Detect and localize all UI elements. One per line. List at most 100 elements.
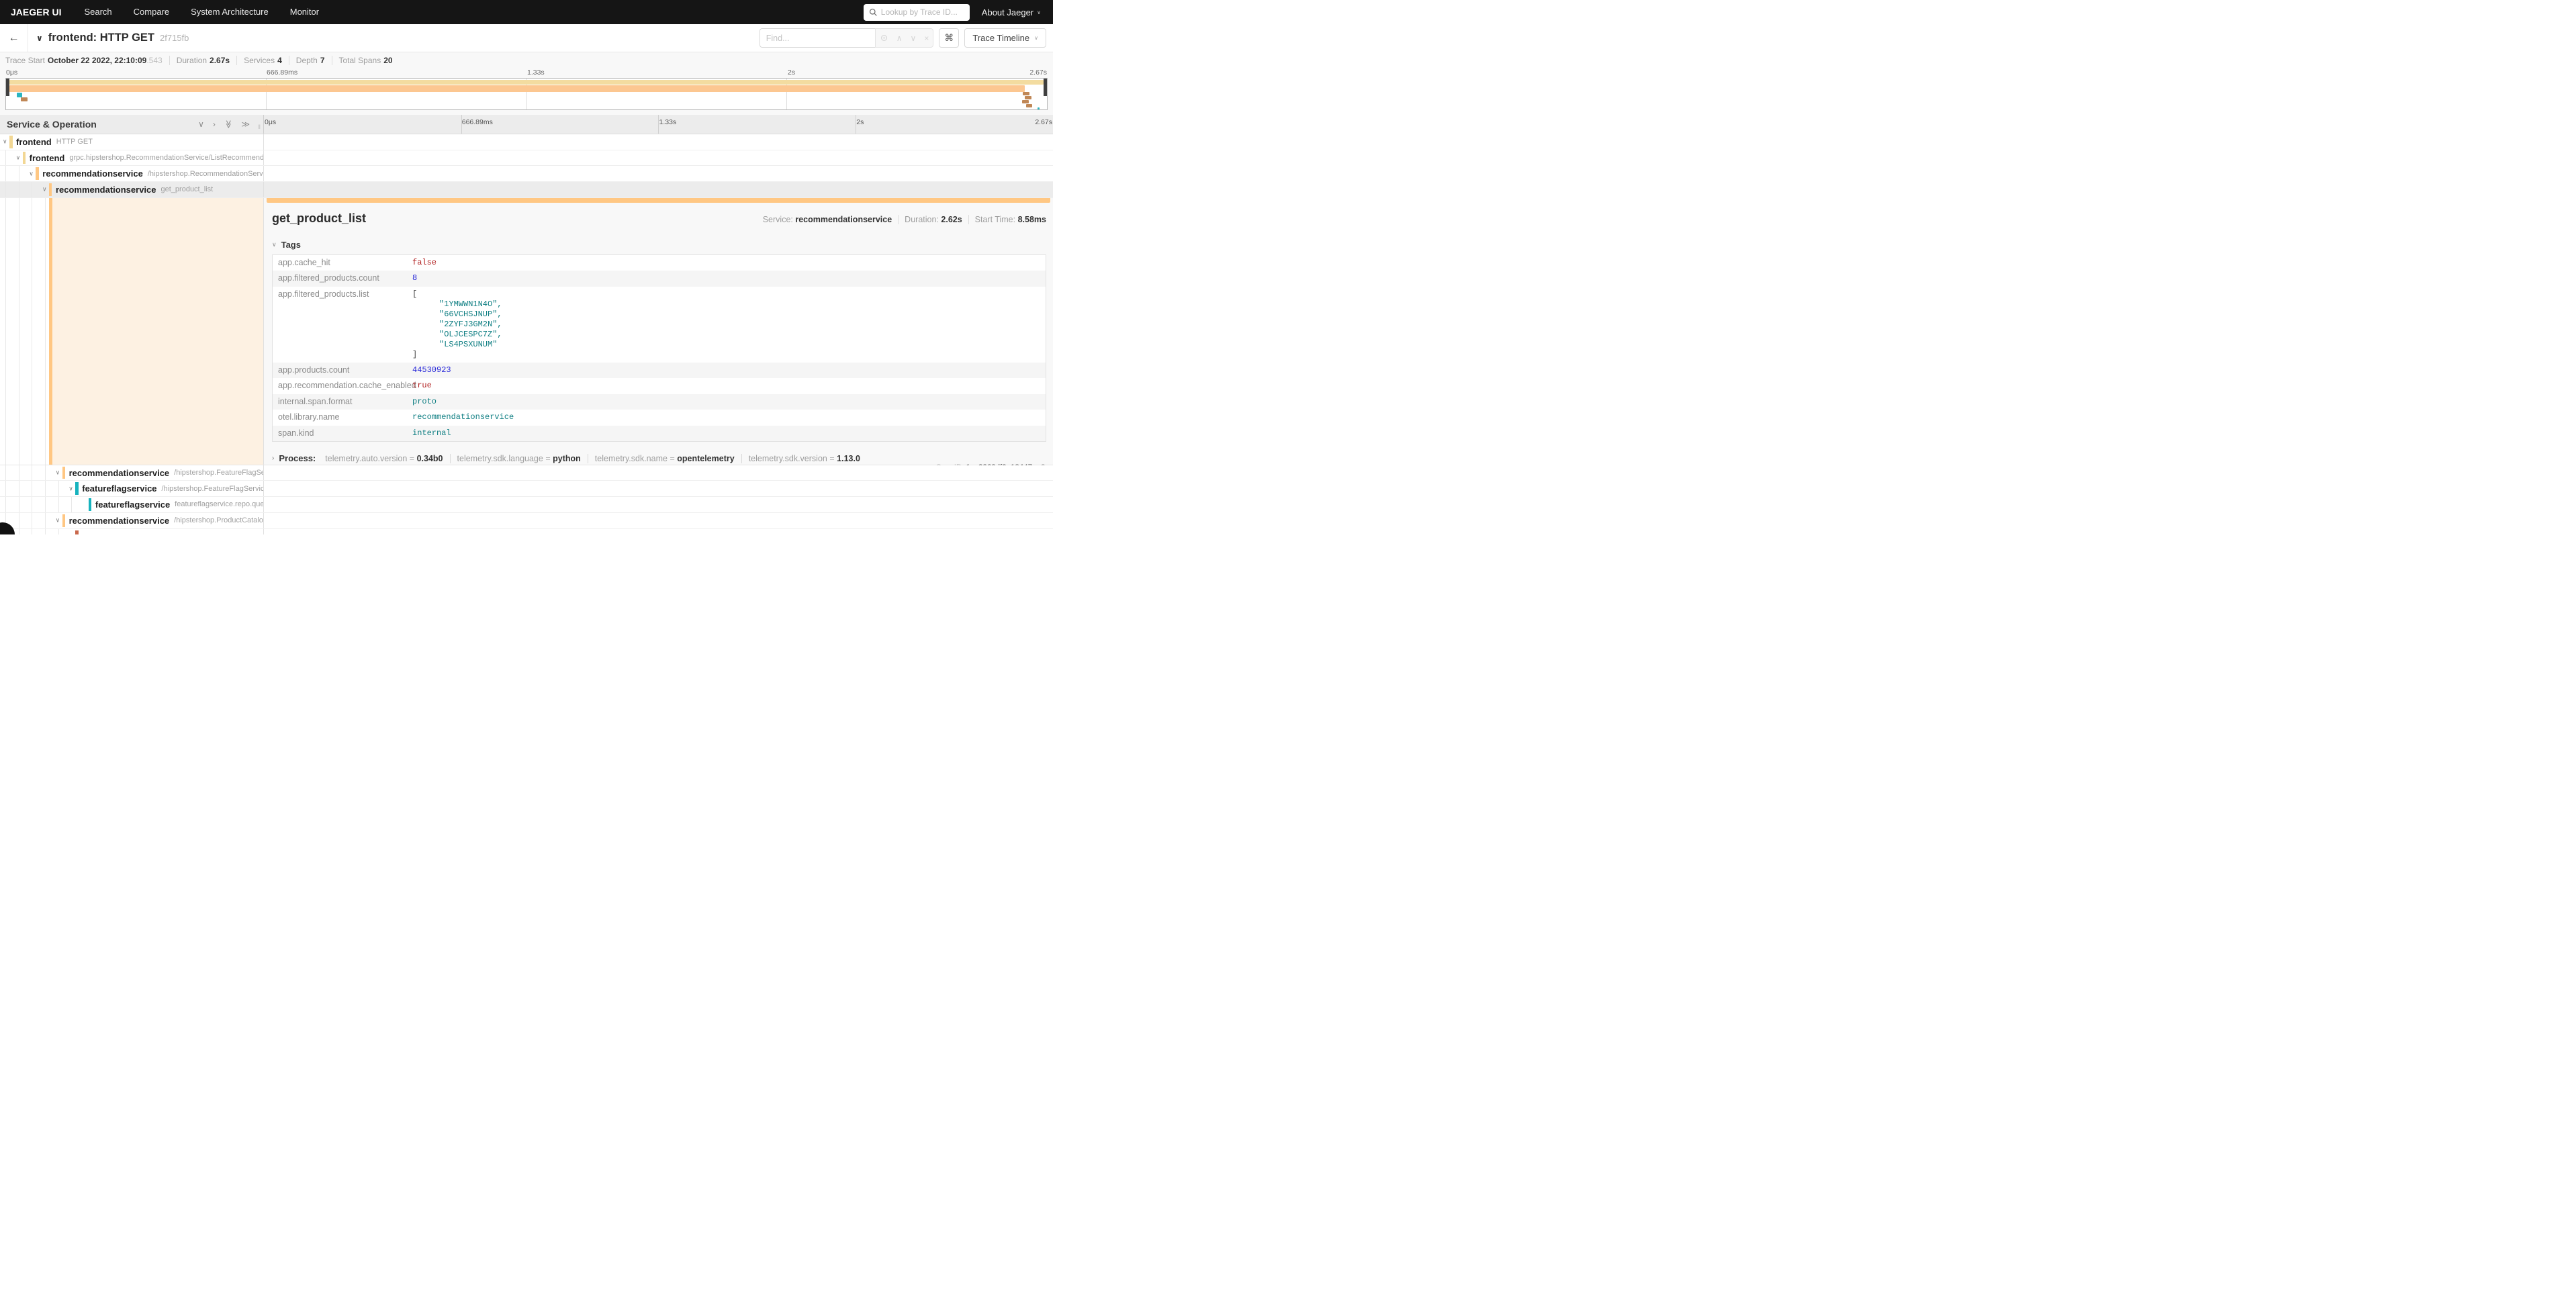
span-expand-chevron-icon[interactable]: ∨ [16, 154, 21, 162]
indent-guide [71, 497, 72, 512]
service-name: frontend [30, 153, 65, 163]
service-color-bar [23, 152, 26, 165]
span-row[interactable]: ∨ recommendationserviceget_product_list [0, 182, 1053, 198]
process-key: telemetry.sdk.name [595, 454, 668, 463]
find-input[interactable] [760, 28, 875, 48]
nav-item-monitor[interactable]: Monitor [279, 0, 330, 24]
meta-value: 2.62s [941, 215, 962, 224]
span-row[interactable]: ∨ featureflagservice/hipstershop.FeatureF… [0, 481, 1053, 497]
summary-item: Total Spans20 [332, 56, 400, 65]
expand-all-icon[interactable]: ≫ [241, 120, 250, 128]
minimap-canvas[interactable] [5, 78, 1048, 110]
minimap-right-drag-handle[interactable] [1044, 79, 1047, 96]
span-tree-cell[interactable]: ∨recommendationservice/hipstershop.Produ… [0, 513, 264, 528]
trace-header-controls: ∧ ∨ × ⌘ Trace Timeline ∨ [760, 28, 1053, 48]
time-tick-label: 1.33s [659, 118, 677, 126]
column-resizer-handle[interactable]: ‖ [258, 124, 261, 130]
prev-match-icon[interactable]: ∧ [896, 34, 903, 43]
nav-item-system-architecture[interactable]: System Architecture [180, 0, 279, 24]
span-expand-chevron-icon[interactable]: ∨ [56, 469, 60, 477]
span-expand-chevron-icon[interactable]: ∨ [68, 485, 73, 492]
trace-minimap: 0μs666.89ms1.33s2s2.67s [5, 68, 1048, 110]
service-color-bar [9, 136, 13, 148]
clear-find-icon[interactable]: × [924, 34, 929, 43]
operation-name: grpc.hipstershop.RecommendationService/L… [69, 154, 264, 162]
tags-accordion[interactable]: ∨ Tags [272, 240, 1046, 250]
process-item: telemetry.sdk.language = python [451, 454, 588, 463]
span-row[interactable]: featureflagservicefeatureflagservice.rep… [0, 497, 1053, 513]
tag-row: app.recommendation.cache_enabledtrue [273, 378, 1046, 394]
nav-item-search[interactable]: Search [73, 0, 122, 24]
time-tick-label: 2.67s [1035, 118, 1052, 126]
process-accordion[interactable]: › Process: telemetry.auto.version = 0.34… [272, 453, 1046, 463]
minimap-span-bar [1023, 92, 1029, 95]
span-tree-cell[interactable]: ∨frontendHTTP GET [0, 134, 264, 150]
tag-row: app.products.count44530923 [273, 363, 1046, 379]
tag-value: true [407, 378, 1046, 394]
tag-value: internal [407, 426, 1046, 442]
indent-guide [45, 198, 46, 465]
tag-value: ["1YMWWN1N4O","66VCHSJNUP","2ZYFJ3GM2N",… [407, 287, 1046, 363]
process-value: python [553, 454, 581, 463]
trace-view-selector[interactable]: Trace Timeline ∨ [964, 28, 1046, 48]
process-label: Process: [279, 453, 316, 463]
span-tree-cell[interactable]: ∨ frontend grpc.hipstershop.Recommendation… [0, 150, 264, 166]
span-detail-panel: get_product_list Service: recommendation… [264, 198, 1053, 465]
process-item: telemetry.sdk.version = 1.13.0 [742, 454, 867, 463]
span-tree-cell[interactable]: ∨recommendationservice/hipstershop.Featu… [0, 465, 264, 481]
summary-value: October 22 2022, 22:10:09 [48, 56, 146, 65]
span-expand-chevron-icon[interactable]: ∨ [3, 138, 7, 146]
keyboard-shortcuts-button[interactable]: ⌘ [939, 28, 959, 48]
span-name: featureflagservice/hipstershop.FeatureFl… [82, 481, 264, 496]
span-expand-chevron-icon[interactable]: ∨ [56, 517, 60, 524]
timeline-header: Service & Operation ∨ › ≫ ≫ ‖ 0μs666.89m… [0, 115, 1053, 134]
trace-lookup-input[interactable] [881, 7, 964, 17]
service-color-bar [49, 183, 52, 196]
span-row[interactable]: ∨ frontend grpc.hipstershop.Recommendation… [0, 150, 1053, 167]
process-value: 0.34b0 [417, 454, 443, 463]
indent-guide [45, 465, 46, 481]
collapse-trace-chevron-icon[interactable]: ∨ [36, 34, 43, 43]
span-row[interactable] [0, 529, 1053, 535]
tag-key: app.cache_hit [273, 255, 407, 271]
trace-lookup[interactable] [864, 4, 970, 21]
nav-item-compare[interactable]: Compare [123, 0, 180, 24]
collapse-all-icon[interactable]: ≫ [224, 120, 232, 129]
span-tree-cell[interactable]: featureflagservicefeatureflagservice.rep… [0, 497, 264, 512]
app-logo[interactable]: JAEGER UI [0, 7, 73, 17]
span-tree-cell[interactable]: ∨ recommendationserviceget_product_list [0, 182, 264, 197]
next-match-icon[interactable]: ∨ [911, 34, 917, 43]
span-tree-cell[interactable]: ∨ featureflagservice/hipstershop.FeatureF… [0, 481, 264, 496]
time-tick-label: 2s [856, 118, 864, 126]
meta-label: Start Time: [975, 215, 1015, 224]
tag-row: internal.span.formatproto [273, 394, 1046, 410]
focus-match-icon[interactable] [880, 34, 888, 42]
collapse-one-icon[interactable]: ∨ [198, 120, 204, 128]
trace-subheader: Trace StartOctober 22 2022, 22:10:09.543… [0, 52, 1053, 115]
minimap-span-bar [9, 85, 1025, 92]
meta-value: 8.58ms [1018, 215, 1046, 224]
span-tree-cell[interactable] [0, 529, 264, 535]
span-row[interactable]: ∨recommendationservice/hipstershop.Produ… [0, 513, 1053, 529]
span-tree-cell[interactable]: ∨ recommendationservice/hipstershop.Recom… [0, 166, 264, 181]
operation-name: /hipstershop.RecommendationService/Lis..… [148, 170, 264, 178]
about-jaeger-menu[interactable]: About Jaeger ∨ [982, 7, 1041, 17]
summary-label: Depth [296, 56, 318, 65]
time-tick-label: 1.33s [527, 68, 545, 77]
trace-title-wrap[interactable]: ∨ frontend: HTTP GET 2f715fb [28, 32, 189, 44]
indent-guide [5, 481, 6, 496]
span-expand-chevron-icon[interactable]: ∨ [29, 170, 34, 177]
span-name: recommendationserviceget_product_list [56, 182, 213, 197]
back-button[interactable]: ← [0, 24, 28, 52]
process-items: telemetry.auto.version = 0.34b0telemetry… [318, 454, 867, 463]
span-name: recommendationservice/hipstershop.Recomm… [42, 166, 264, 181]
span-expand-chevron-icon[interactable]: ∨ [42, 186, 47, 193]
indent-guide [5, 198, 6, 465]
service-name: frontend [16, 137, 52, 147]
span-row[interactable]: ∨ recommendationservice/hipstershop.Recom… [0, 166, 1053, 182]
expand-one-icon[interactable]: › [213, 120, 216, 128]
span-bar-strip[interactable] [267, 198, 1051, 203]
span-row[interactable]: ∨frontendHTTP GET [0, 134, 1053, 150]
top-nav-right: About Jaeger ∨ [864, 4, 1053, 21]
span-row[interactable]: ∨recommendationservice/hipstershop.Featu… [0, 465, 1053, 481]
